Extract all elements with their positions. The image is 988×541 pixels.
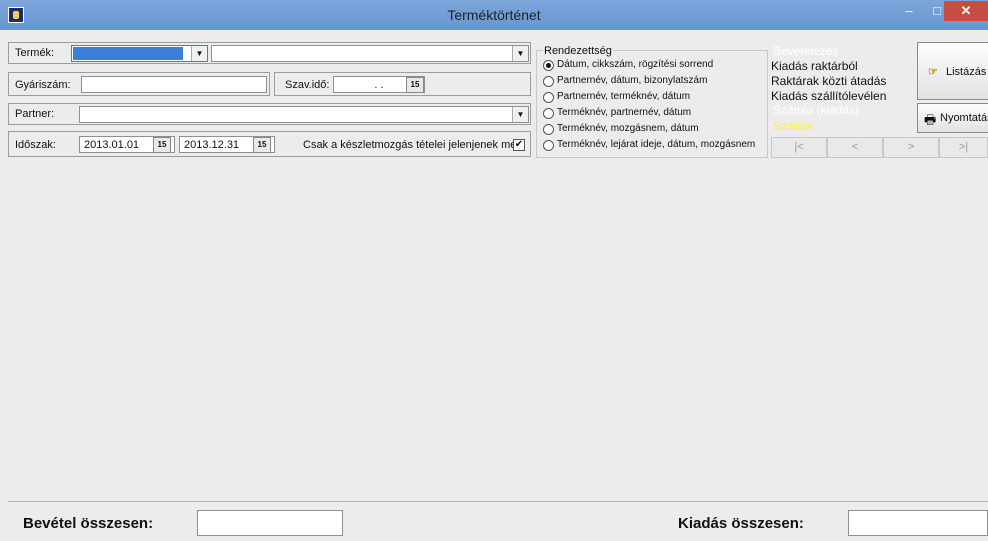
sort-radio-1[interactable] bbox=[543, 76, 554, 87]
kiadas-total-label: Kiadás összesen: bbox=[678, 515, 804, 532]
chevron-down-icon[interactable]: ▼ bbox=[512, 107, 528, 122]
sort-option-2[interactable]: Partnernév, terméknév, dátum bbox=[557, 91, 690, 102]
kiadas-total-field bbox=[848, 510, 988, 536]
calendar-icon[interactable]: 15 bbox=[406, 77, 424, 93]
gyariszam-label: Gyáriszám: bbox=[15, 79, 71, 91]
sort-group-title: Rendezettség bbox=[543, 45, 613, 57]
window-client-area: Termék: ▼ ▼ Gyáriszám: Szav.idő: . . 15 … bbox=[8, 30, 988, 541]
nav-first-button[interactable]: |< bbox=[771, 137, 827, 158]
nyomtatas-label: Nyomtatás bbox=[940, 112, 988, 124]
szavido-value: . . bbox=[374, 79, 384, 91]
only-stock-label: Csak a készletmozgás tételei jelenjenek … bbox=[303, 139, 523, 151]
nyomtatas-button[interactable]: 🖶 Nyomtatás bbox=[917, 103, 988, 133]
gyariszam-input[interactable] bbox=[81, 76, 267, 93]
sort-option-3[interactable]: Terméknév, partnernév, dátum bbox=[557, 107, 691, 118]
sort-option-0[interactable]: Dátum, cikkszám, rögzítési sorrend bbox=[557, 59, 713, 70]
termek-code-combo[interactable]: ▼ bbox=[71, 45, 208, 62]
sort-radio-4[interactable] bbox=[543, 124, 554, 135]
sort-radio-0[interactable] bbox=[543, 60, 554, 71]
sort-radio-5[interactable] bbox=[543, 140, 554, 151]
doc-type-raktarak-kozti[interactable]: Raktárak közti átadás bbox=[771, 74, 886, 88]
sort-radio-3[interactable] bbox=[543, 108, 554, 119]
date-from-value: 2013.01.01 bbox=[84, 139, 140, 151]
gyariszam-row: Gyáriszám: bbox=[8, 72, 270, 96]
doc-type-kiadas-szallito[interactable]: Kiadás szállítólevélen bbox=[771, 89, 886, 103]
doc-type-kiadas-raktarbol[interactable]: Kiadás raktárból bbox=[771, 59, 858, 73]
bottom-divider bbox=[8, 501, 988, 502]
nav-last-button[interactable]: >| bbox=[939, 137, 988, 158]
szavido-row: Szav.idő: . . 15 bbox=[274, 72, 531, 96]
date-to-value: 2013.12.31 bbox=[184, 139, 240, 151]
printer-icon: 🖶 bbox=[924, 112, 937, 127]
szavido-label: Szav.idő: bbox=[285, 79, 330, 91]
sort-option-1[interactable]: Partnernév, dátum, bizonylatszám bbox=[557, 75, 707, 86]
calendar-icon[interactable]: 15 bbox=[253, 137, 271, 153]
doc-type-szamla[interactable]: Számla bbox=[773, 119, 813, 133]
doc-type-szamla-kiadas[interactable]: Számla (kiadás) bbox=[773, 103, 859, 117]
close-button[interactable]: ✕ bbox=[944, 1, 988, 21]
window-title: Terméktörténet bbox=[447, 7, 541, 23]
partner-label: Partner: bbox=[15, 108, 55, 120]
minimize-button[interactable]: – bbox=[895, 1, 923, 21]
nav-next-button[interactable]: > bbox=[883, 137, 939, 158]
listazas-label: Listázás bbox=[946, 66, 987, 78]
termek-name-combo[interactable]: ▼ bbox=[211, 45, 529, 62]
list-icon: ☞ bbox=[928, 66, 938, 78]
title-bar: Terméktörténet – □ ✕ bbox=[0, 0, 988, 30]
termek-row: Termék: ▼ ▼ bbox=[8, 42, 531, 64]
termek-code-selection bbox=[73, 47, 183, 60]
sort-option-5[interactable]: Terméknév, lejárat ideje, dátum, mozgásn… bbox=[557, 139, 755, 150]
bevetel-total-label: Bevétel összesen: bbox=[23, 515, 154, 532]
bevetel-total-field bbox=[197, 510, 343, 536]
sort-radio-2[interactable] bbox=[543, 92, 554, 103]
sort-option-4[interactable]: Terméknév, mozgásnem, dátum bbox=[557, 123, 699, 134]
partner-row: Partner: ▼ bbox=[8, 103, 531, 125]
termek-label: Termék: bbox=[15, 47, 55, 59]
chevron-down-icon[interactable]: ▼ bbox=[191, 46, 207, 61]
listazas-button[interactable]: ☞ Listázás bbox=[917, 42, 988, 100]
doc-type-bevetelezes[interactable]: Bevételezés bbox=[773, 44, 838, 58]
nav-prev-button[interactable]: < bbox=[827, 137, 883, 158]
idoszak-row: Időszak: 2013.01.01 15 2013.12.31 15 Csa… bbox=[8, 131, 531, 157]
only-stock-checkbox[interactable]: ✔ bbox=[513, 139, 525, 151]
results-area bbox=[8, 160, 988, 502]
idoszak-label: Időszak: bbox=[15, 139, 56, 151]
chevron-down-icon[interactable]: ▼ bbox=[512, 46, 528, 61]
sort-group: Rendezettség Dátum, cikkszám, rögzítési … bbox=[536, 45, 768, 158]
calendar-icon[interactable]: 15 bbox=[153, 137, 171, 153]
partner-combo[interactable]: ▼ bbox=[79, 106, 529, 123]
